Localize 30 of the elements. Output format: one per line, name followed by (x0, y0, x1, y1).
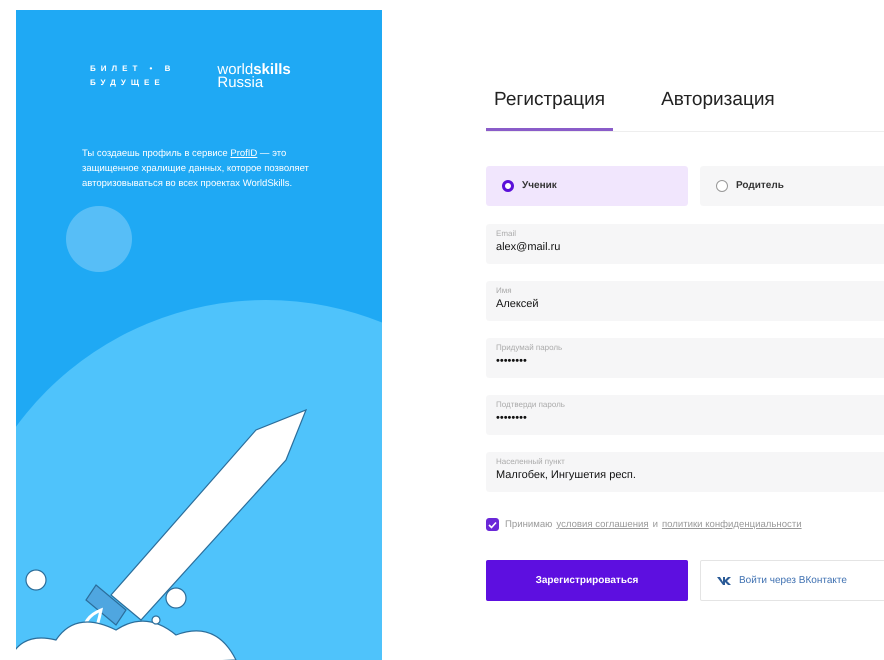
field-value: Малгобек, Ингушетия респ. (496, 468, 637, 482)
field-label: Имя (496, 286, 513, 296)
vk-logo-icon (717, 576, 731, 585)
intro-paragraph: Ты создаешь профиль в сервисе ProfID — это защищенное хралищие данных, которое позволяет авторизовываться во всех проектах WorldSkills. (82, 147, 310, 191)
checkbox[interactable] (486, 518, 499, 532)
field-label: Подтверди пароль (496, 400, 566, 410)
field-label: Населенный пункт (496, 456, 566, 466)
worldskills-logo: worldskills Russia (217, 63, 291, 89)
ticket-to-future-logo: БИЛЕТ • В БУДУЩЕЕ (90, 63, 176, 89)
input-field[interactable]: Имя Алексей (486, 280, 884, 320)
consent-text: и (652, 518, 658, 532)
field-label: Придумай пароль (496, 342, 564, 352)
field-value: alex@mail.ru (496, 240, 562, 254)
input-field[interactable]: Подтверди пароль •••••••• (486, 394, 884, 434)
vk-login-button[interactable]: Войти через ВКонтакте (700, 560, 884, 601)
radio-icon (502, 180, 514, 192)
consent-text: Принимаю (505, 518, 552, 532)
input-field[interactable]: Придумай пароль •••••••• (486, 338, 884, 378)
field-value: Алексей (496, 296, 540, 312)
radio-icon (716, 180, 728, 192)
register-button[interactable]: Зарегистрироваться (486, 560, 688, 601)
field-label: Email (496, 228, 518, 238)
tab[interactable]: Регистрация (486, 78, 614, 130)
role-option[interactable]: Ученик (486, 166, 688, 206)
input-field[interactable]: Email alex@mail.ru (486, 224, 884, 264)
role-option[interactable]: Родитель (700, 166, 884, 206)
input-field[interactable]: Населенный пункт Малгобек, Ингушетия респ. (486, 452, 884, 492)
tab[interactable]: Авторизация (653, 78, 783, 130)
field-value: •••••••• (496, 410, 528, 426)
field-value: •••••••• (496, 354, 528, 368)
